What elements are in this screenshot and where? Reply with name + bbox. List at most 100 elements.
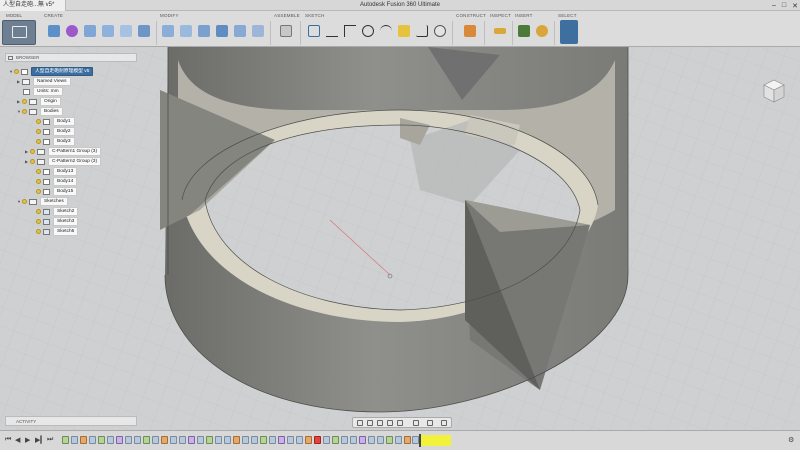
visibility-bulb-icon[interactable] bbox=[36, 129, 41, 134]
timeline-feature[interactable] bbox=[80, 436, 87, 444]
timeline-feature[interactable] bbox=[323, 436, 330, 444]
browser-item-body14[interactable]: Body14 bbox=[36, 177, 78, 186]
browser-item-sketch5[interactable]: Sketch5 bbox=[36, 227, 79, 236]
timeline-feature[interactable] bbox=[179, 436, 186, 444]
loft-icon[interactable] bbox=[138, 25, 150, 37]
maximize-button[interactable]: □ bbox=[782, 2, 786, 9]
visibility-bulb-icon[interactable] bbox=[30, 159, 35, 164]
timeline-feature[interactable] bbox=[269, 436, 276, 444]
timeline-feature[interactable] bbox=[107, 436, 114, 444]
timeline-prev-icon[interactable]: ◀ bbox=[15, 436, 20, 444]
minimize-button[interactable]: – bbox=[772, 2, 776, 9]
arc-icon[interactable] bbox=[380, 25, 392, 37]
measure-icon[interactable] bbox=[494, 28, 506, 34]
timeline-feature[interactable] bbox=[215, 436, 222, 444]
browser-item-sketch3[interactable]: Sketch3 bbox=[36, 217, 79, 226]
zoom-icon[interactable] bbox=[387, 420, 393, 426]
timeline-end-icon[interactable]: ⏭ bbox=[47, 436, 53, 444]
move-icon[interactable] bbox=[216, 25, 228, 37]
visibility-bulb-icon[interactable] bbox=[22, 199, 27, 204]
timeline-feature[interactable] bbox=[296, 436, 303, 444]
create-form-icon[interactable] bbox=[66, 25, 78, 37]
browser-item-body3[interactable]: Body3 bbox=[36, 137, 75, 146]
joint-icon[interactable] bbox=[280, 25, 292, 37]
timeline-feature[interactable] bbox=[242, 436, 249, 444]
browser-header[interactable]: BROWSER bbox=[5, 53, 137, 62]
browser-item-body2[interactable]: Body2 bbox=[36, 127, 75, 136]
viewcube-icon[interactable] bbox=[762, 78, 786, 104]
fillet-icon[interactable] bbox=[180, 25, 192, 37]
browser-item-bodies[interactable]: ▼ Bodies bbox=[17, 107, 63, 116]
fit-icon[interactable] bbox=[397, 420, 403, 426]
timeline-feature[interactable] bbox=[278, 436, 285, 444]
timeline-feature[interactable] bbox=[287, 436, 294, 444]
browser-item-origin[interactable]: ▶ Origin bbox=[17, 97, 61, 106]
timeline-feature[interactable] bbox=[386, 436, 393, 444]
browser-item-cpattern2[interactable]: ▶ C-Pattern2 Group (3) bbox=[25, 157, 102, 166]
timeline-feature-error[interactable] bbox=[314, 436, 321, 444]
root-component-label[interactable]: 人型自走砲劍原理模型 v5 bbox=[31, 67, 94, 76]
timeline-feature[interactable] bbox=[251, 436, 258, 444]
timeline-feature[interactable] bbox=[152, 436, 159, 444]
timeline-feature[interactable] bbox=[197, 436, 204, 444]
insert-image-icon[interactable] bbox=[518, 25, 530, 37]
orbit-icon[interactable] bbox=[357, 420, 363, 426]
visibility-bulb-icon[interactable] bbox=[36, 229, 41, 234]
grid-settings-icon[interactable] bbox=[427, 420, 433, 426]
timeline-feature[interactable] bbox=[170, 436, 177, 444]
browser-root[interactable]: ▼ 人型自走砲劍原理模型 v5 bbox=[9, 67, 94, 76]
timeline-feature[interactable] bbox=[368, 436, 375, 444]
browser-item-cpattern1[interactable]: ▶ C-Pattern1 Group (3) bbox=[25, 147, 102, 156]
visibility-bulb-icon[interactable] bbox=[36, 139, 41, 144]
timeline-start-icon[interactable]: ⏮ bbox=[5, 436, 11, 444]
browser-item-sketches[interactable]: ▼ Sketches bbox=[17, 197, 68, 206]
combine-icon[interactable] bbox=[252, 25, 264, 37]
revolve-icon[interactable] bbox=[102, 25, 114, 37]
timeline-feature[interactable] bbox=[62, 436, 69, 444]
chamfer-icon[interactable] bbox=[198, 25, 210, 37]
circle-icon[interactable] bbox=[362, 25, 374, 37]
new-component-icon[interactable] bbox=[48, 25, 60, 37]
timeline-feature[interactable] bbox=[134, 436, 141, 444]
timeline-feature[interactable] bbox=[341, 436, 348, 444]
timeline-suppressed-range[interactable] bbox=[421, 435, 451, 446]
browser-item-sketch2[interactable]: Sketch2 bbox=[36, 207, 79, 216]
timeline-feature[interactable] bbox=[260, 436, 267, 444]
timeline-feature[interactable] bbox=[89, 436, 96, 444]
collapse-icon[interactable] bbox=[8, 56, 13, 60]
timeline-feature[interactable] bbox=[224, 436, 231, 444]
visibility-bulb-icon[interactable] bbox=[22, 99, 27, 104]
timeline-feature[interactable] bbox=[116, 436, 123, 444]
timeline-feature[interactable] bbox=[404, 436, 411, 444]
timeline-feature[interactable] bbox=[188, 436, 195, 444]
shell-icon[interactable] bbox=[234, 25, 246, 37]
browser-item-body15[interactable]: Body15 bbox=[36, 187, 78, 196]
browser-item-units[interactable]: Units: mm bbox=[23, 87, 63, 96]
browser-item-named-views[interactable]: ▶ Named Views bbox=[17, 77, 71, 86]
pan-icon[interactable] bbox=[377, 420, 383, 426]
no-entry-icon[interactable] bbox=[434, 25, 446, 37]
extrude-icon[interactable] bbox=[84, 25, 96, 37]
look-at-icon[interactable] bbox=[367, 420, 373, 426]
visibility-bulb-icon[interactable] bbox=[30, 149, 35, 154]
select-tool-button[interactable] bbox=[560, 20, 578, 44]
timeline-feature[interactable] bbox=[143, 436, 150, 444]
visibility-bulb-icon[interactable] bbox=[36, 119, 41, 124]
browser-item-body1[interactable]: Body1 bbox=[36, 117, 75, 126]
timeline-feature[interactable] bbox=[125, 436, 132, 444]
close-button[interactable]: ✕ bbox=[792, 2, 798, 10]
timeline-feature[interactable] bbox=[206, 436, 213, 444]
timeline-feature[interactable] bbox=[412, 436, 419, 444]
timeline-feature[interactable] bbox=[71, 436, 78, 444]
gear-icon[interactable]: ⚙ bbox=[788, 436, 794, 444]
timeline-feature[interactable] bbox=[305, 436, 312, 444]
timeline-feature[interactable] bbox=[332, 436, 339, 444]
offset-plane-icon[interactable] bbox=[464, 25, 476, 37]
timeline-feature[interactable] bbox=[350, 436, 357, 444]
timeline-play-icon[interactable]: ▶ bbox=[25, 436, 30, 444]
visibility-bulb-icon[interactable] bbox=[14, 69, 19, 74]
timeline-feature[interactable] bbox=[233, 436, 240, 444]
rectangle-icon[interactable] bbox=[344, 25, 356, 37]
visibility-bulb-icon[interactable] bbox=[22, 109, 27, 114]
timeline-next-icon[interactable]: ▶▎ bbox=[35, 436, 46, 444]
